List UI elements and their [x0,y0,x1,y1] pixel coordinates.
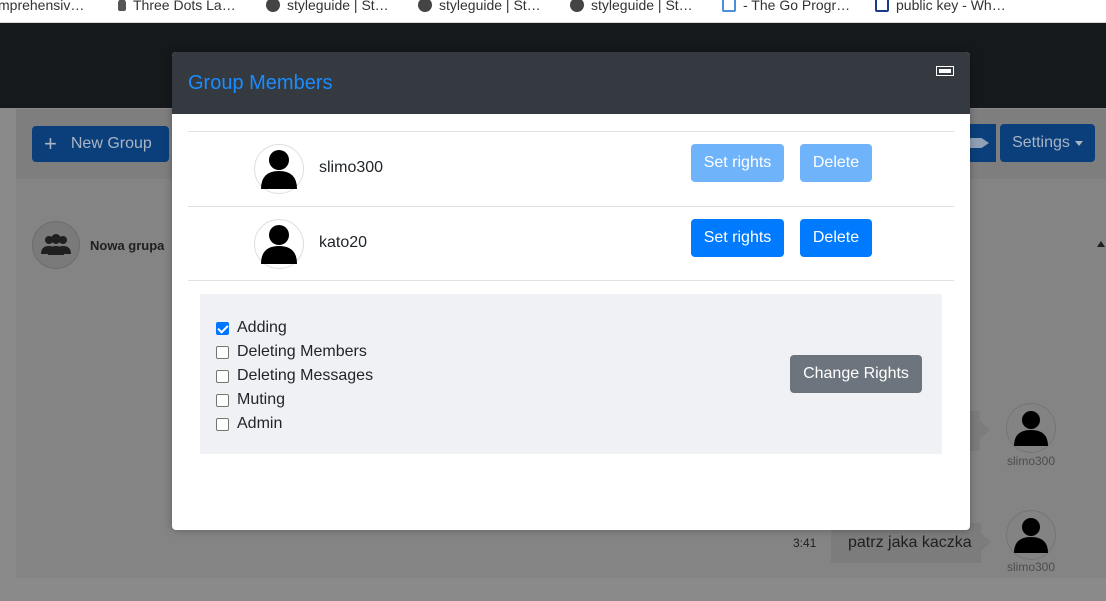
member-name: slimo300 [319,159,384,176]
bookmark-label: styleguide | St… [591,0,693,13]
doc-icon [722,0,736,12]
right-label: Deleting Messages [237,367,374,384]
user-icon [1014,518,1048,553]
right-label: Adding [237,319,287,336]
right-label: Deleting Members [237,343,367,360]
bookmark-label: styleguide | St… [439,0,541,13]
user-icon [1014,411,1048,446]
modal-header: Group Members [172,52,970,114]
change-rights-label: Change Rights [803,365,909,382]
group-members-modal: Group Members slimo300 Set rights Delete… [172,52,970,530]
plus-icon: + [44,131,57,156]
right-option-deleting-messages[interactable]: Deleting Messages [216,364,373,388]
new-group-label: New Group [70,135,152,152]
checkbox[interactable] [216,393,229,407]
bookmark-label: - The Go Progr… [743,0,851,13]
rights-panel: Adding Deleting Members Deleting Message… [200,294,942,454]
right-label: Muting [237,391,286,408]
right-option-admin[interactable]: Admin [216,412,373,436]
bookmark-7[interactable]: public key - Wh… [875,0,1006,15]
change-rights-button[interactable]: Change Rights [790,355,922,393]
bookmark-label: styleguide | St… [287,0,389,13]
modal-title: Group Members [188,72,333,94]
checkbox[interactable] [216,369,229,383]
group-list-item[interactable]: Nowa grupa [32,221,164,269]
globe-icon [266,0,280,12]
checkbox[interactable] [216,417,229,431]
right-label: Admin [237,415,283,432]
bookmark-4[interactable]: styleguide | St… [418,0,541,15]
message-avatar [1006,510,1056,560]
rights-list: Adding Deleting Members Deleting Message… [216,316,373,436]
message-avatar [1006,403,1056,453]
delete-member-button[interactable]: Delete [800,144,872,182]
video-camera-icon [969,138,989,148]
message-time: 3:41 [793,536,817,550]
bookmarks-bar: mprehensiv… Three Dots La… styleguide | … [0,0,1106,23]
user-icon [261,150,297,189]
set-rights-label: Set rights [703,154,772,171]
checkbox[interactable] [216,345,229,359]
settings-label: Settings [1012,134,1070,151]
scroll-up-icon[interactable] [1097,241,1105,247]
member-row: slimo300 Set rights Delete [188,131,954,206]
key-icon [875,0,889,12]
pawn-icon [118,0,126,11]
message-username: slimo300 [1007,560,1056,574]
right-option-adding[interactable]: Adding [216,316,373,340]
bookmark-label: mprehensiv… [0,0,85,13]
bookmark-2[interactable]: Three Dots La… [118,0,236,15]
group-name: Nowa grupa [90,237,165,253]
caret-down-icon [1074,140,1083,146]
new-group-button[interactable]: + New Group [32,126,169,162]
delete-label: Delete [812,229,860,246]
member-avatar [254,219,304,269]
checkbox[interactable] [216,321,229,335]
member-name: kato20 [319,234,368,251]
users-icon [41,234,71,255]
bookmark-label: Three Dots La… [133,0,236,13]
bookmark-6[interactable]: - The Go Progr… [722,0,850,15]
bookmark-3[interactable]: styleguide | St… [266,0,389,15]
minimize-icon[interactable] [936,66,954,76]
message-username: slimo300 [1007,454,1056,468]
globe-icon [418,0,432,12]
message-text: patrz jaka kaczka [848,534,972,551]
set-rights-button[interactable]: Set rights [691,144,784,182]
delete-member-button[interactable]: Delete [800,219,872,257]
bookmark-5[interactable]: styleguide | St… [570,0,693,15]
member-avatar [254,144,304,194]
globe-icon [570,0,584,12]
set-rights-button[interactable]: Set rights [691,219,784,257]
settings-button[interactable]: Settings [1000,124,1095,162]
user-icon [261,225,297,264]
set-rights-label: Set rights [703,229,772,246]
right-option-deleting-members[interactable]: Deleting Members [216,340,373,364]
right-option-muting[interactable]: Muting [216,388,373,412]
delete-label: Delete [812,154,860,171]
bookmark-label: public key - Wh… [896,0,1006,13]
group-avatar [32,221,80,269]
bookmark-1[interactable]: mprehensiv… [0,0,84,15]
member-row: kato20 Set rights Delete [188,206,954,281]
